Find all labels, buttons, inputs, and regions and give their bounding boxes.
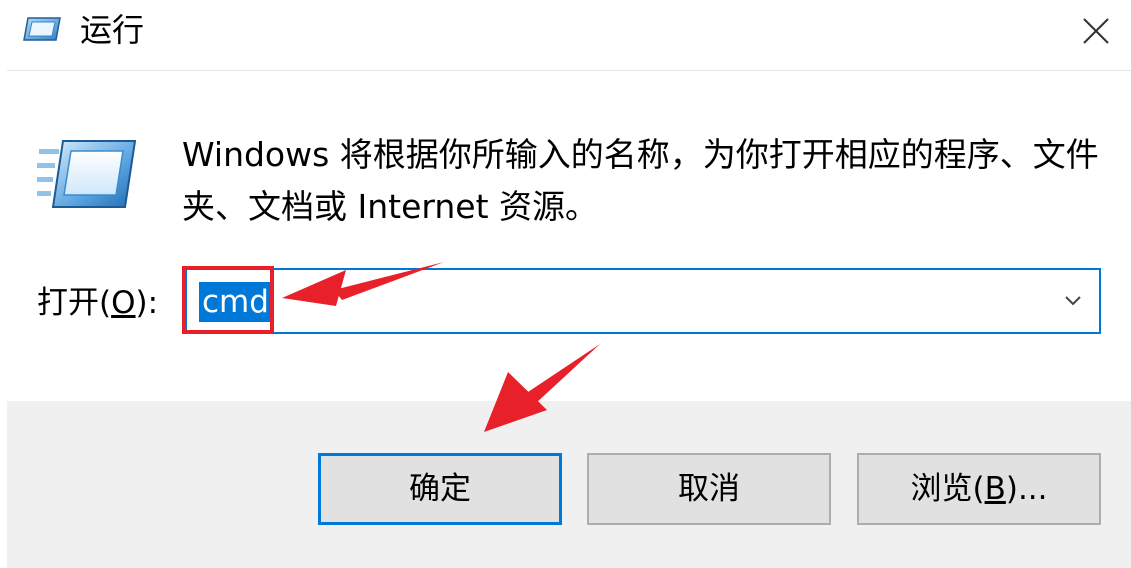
close-button[interactable] — [1060, 0, 1131, 62]
open-input-value[interactable]: cmd — [199, 282, 272, 322]
browse-label-prefix: 浏览( — [910, 471, 985, 507]
open-label-accelerator: O — [111, 285, 136, 321]
run-icon — [22, 14, 62, 44]
run-icon — [37, 135, 137, 213]
open-label-prefix: 打开( — [37, 285, 112, 321]
browse-button[interactable]: 浏览(B)... — [857, 453, 1101, 525]
window-title: 运行 — [80, 11, 145, 49]
cancel-button[interactable]: 取消 — [587, 453, 831, 525]
description-text: Windows 将根据你所输入的名称，为你打开相应的程序、文件夹、文档或 Int… — [182, 135, 1099, 226]
browse-label-suffix: )... — [1005, 471, 1048, 507]
dialog-content: Windows 将根据你所输入的名称，为你打开相应的程序、文件夹、文档或 Int… — [7, 70, 1131, 568]
open-label: 打开(O): — [37, 281, 158, 325]
close-icon — [1082, 18, 1109, 44]
title-bar: 运行 — [0, 0, 1131, 62]
browse-label-accelerator: B — [984, 471, 1006, 507]
ok-button[interactable]: 确定 — [318, 453, 562, 525]
open-combobox[interactable]: cmd — [185, 268, 1101, 334]
chevron-down-icon[interactable] — [1061, 288, 1085, 312]
button-bar: 确定 取消 浏览(B)... — [7, 401, 1131, 568]
open-label-suffix: ): — [135, 285, 159, 321]
run-dialog: 运行 Windows 将根据你所输入的名称，为你打开相应的程序、文件夹、文档或 … — [0, 0, 1131, 568]
